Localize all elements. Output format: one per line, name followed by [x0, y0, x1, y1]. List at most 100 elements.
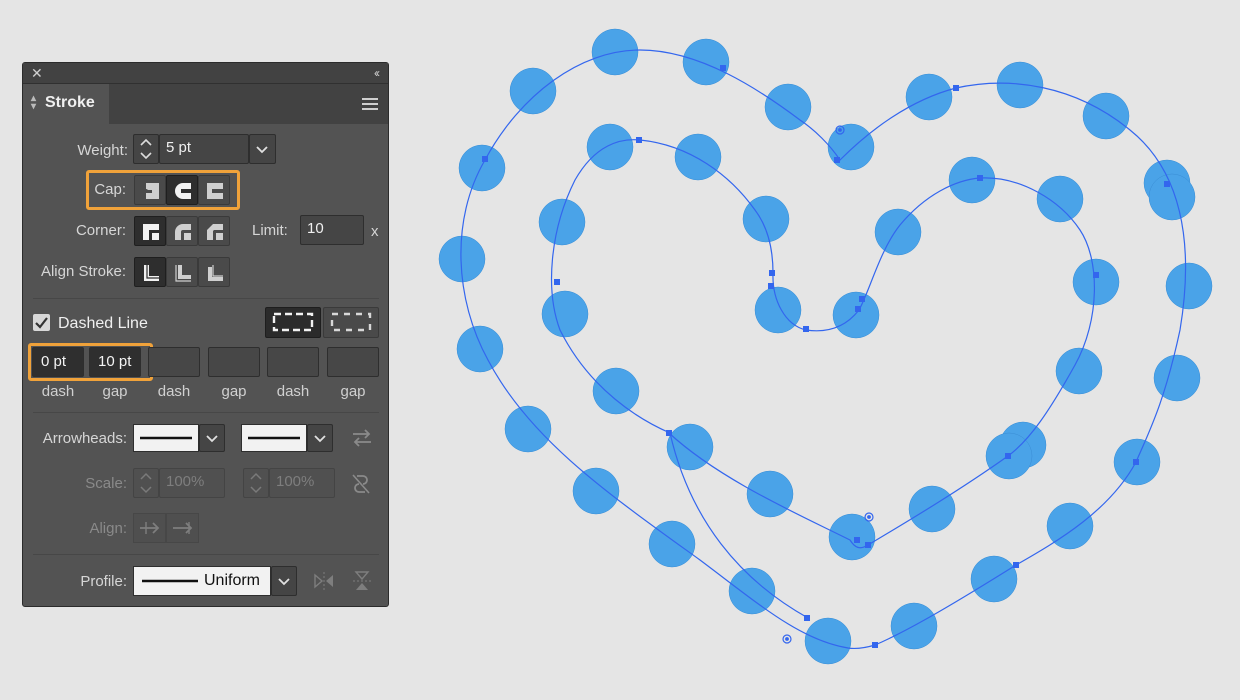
- stepper-arrows-icon: [140, 138, 152, 160]
- line-none-icon: [248, 436, 300, 440]
- preserve-dash-button[interactable]: [265, 307, 321, 338]
- dash-2-input[interactable]: [148, 347, 200, 377]
- tab-stroke-label: Stroke: [45, 94, 95, 111]
- round-dash-dot: [1082, 92, 1130, 140]
- round-dash-dot: [874, 208, 922, 256]
- bevel-join-icon: [207, 224, 223, 240]
- uniform-profile-icon: [142, 579, 198, 583]
- align-center-icon: [144, 265, 159, 281]
- round-dash-dot: [1148, 173, 1196, 221]
- gap-1-input[interactable]: 10 pt: [89, 347, 141, 377]
- end-arrowhead-dropdown[interactable]: [307, 424, 333, 452]
- miter-join-icon: [143, 224, 159, 240]
- path-origin-markers: [782, 125, 874, 644]
- end-arrowhead-select[interactable]: [241, 424, 307, 452]
- gap-3-label: gap: [340, 383, 366, 400]
- gap-2-label: gap: [221, 383, 247, 400]
- dash-1-label: dash: [41, 383, 75, 400]
- limit-label: Limit:: [252, 222, 288, 239]
- dash-3-input[interactable]: [267, 347, 319, 377]
- panel-menu-icon[interactable]: [362, 98, 378, 113]
- scale-label: Scale:: [85, 475, 127, 492]
- align-dash-corners-button[interactable]: [323, 307, 379, 338]
- round-dash-dot: [832, 291, 880, 339]
- divider: [33, 298, 379, 299]
- gap-2-input[interactable]: [208, 347, 260, 377]
- weight-dropdown[interactable]: [249, 134, 276, 164]
- scale-start-stepper[interactable]: [133, 468, 159, 498]
- stroke-panel: ✕ ‹‹ ▴ ▾ Stroke Weight: 5 pt Cap: Corner:: [22, 62, 389, 607]
- round-dash-dot: [586, 123, 634, 171]
- line-none-icon: [140, 436, 192, 440]
- align-stroke-center-button[interactable]: [134, 257, 166, 287]
- gap-3-input[interactable]: [327, 347, 379, 377]
- round-dash-dot: [538, 198, 586, 246]
- butt-cap-icon: [142, 183, 159, 199]
- tab-stroke[interactable]: ▴ ▾ Stroke: [23, 84, 109, 124]
- divider: [33, 412, 379, 413]
- panel-options-toggle-icon[interactable]: ▴ ▾: [31, 94, 36, 112]
- round-dash-dot: [1072, 258, 1120, 306]
- chevron-down-icon: [278, 578, 290, 586]
- miter-join-button[interactable]: [134, 216, 166, 246]
- align-stroke-outside-button[interactable]: [198, 257, 230, 287]
- arrow-tip-beyond-button[interactable]: [133, 513, 166, 543]
- profile-value: Uniform: [204, 572, 261, 589]
- dash-2-label: dash: [157, 383, 191, 400]
- weight-label: Weight:: [77, 142, 128, 159]
- round-dash-dot: [572, 467, 620, 515]
- dash-3-label: dash: [276, 383, 310, 400]
- align-stroke-label: Align Stroke:: [40, 263, 126, 280]
- round-cap-button[interactable]: [166, 175, 198, 205]
- round-dash-dot: [1036, 175, 1084, 223]
- swap-arrowheads-icon[interactable]: [349, 427, 375, 449]
- round-join-icon: [175, 224, 191, 240]
- round-dash-dot: [504, 405, 552, 453]
- miter-limit-input[interactable]: 10: [300, 215, 364, 245]
- arrow-tip-at-end-button[interactable]: [166, 513, 199, 543]
- round-dash-dot: [1153, 354, 1201, 402]
- bevel-join-button[interactable]: [198, 216, 230, 246]
- round-dash-dot: [908, 485, 956, 533]
- round-join-button[interactable]: [166, 216, 198, 246]
- start-arrowhead-select[interactable]: [133, 424, 199, 452]
- link-scale-icon[interactable]: [349, 472, 373, 496]
- profile-select[interactable]: Uniform: [133, 566, 271, 596]
- arrow-extend-icon: [140, 522, 160, 534]
- cap-label: Cap:: [94, 181, 126, 198]
- dash-1-input[interactable]: 0 pt: [32, 347, 84, 377]
- flip-along-icon[interactable]: [313, 570, 335, 592]
- weight-stepper[interactable]: [133, 134, 159, 164]
- round-dash-dot: [682, 38, 730, 86]
- scale-start-input[interactable]: 100%: [159, 468, 225, 498]
- round-cap-icon: [175, 183, 192, 199]
- scale-end-input[interactable]: 100%: [269, 468, 335, 498]
- round-dash-dot: [1165, 262, 1213, 310]
- round-dash-dot: [509, 67, 557, 115]
- profile-dropdown[interactable]: [271, 566, 297, 596]
- flip-across-icon[interactable]: [351, 570, 373, 592]
- round-dash-dot: [592, 367, 640, 415]
- corner-label: Corner:: [75, 222, 126, 239]
- round-dash-dot: [827, 123, 875, 171]
- align-outside-icon: [208, 265, 223, 281]
- projecting-cap-button[interactable]: [198, 175, 230, 205]
- round-dash-dots: [438, 28, 1213, 665]
- divider: [33, 554, 379, 555]
- start-arrowhead-dropdown[interactable]: [199, 424, 225, 452]
- arrow-place-icon: [173, 522, 193, 534]
- round-dash-dot: [746, 470, 794, 518]
- weight-input[interactable]: 5 pt: [159, 134, 249, 164]
- scale-end-stepper[interactable]: [243, 468, 269, 498]
- dashed-line-checkbox[interactable]: [33, 314, 50, 331]
- close-icon[interactable]: ✕: [31, 65, 43, 81]
- panel-tab-row: ▴ ▾ Stroke: [23, 84, 388, 124]
- round-dash-dot: [754, 286, 802, 334]
- collapse-panel-icon[interactable]: ‹‹: [374, 65, 380, 81]
- limit-unit: x: [371, 223, 379, 240]
- round-dash-dot: [456, 325, 504, 373]
- round-dash-dot: [541, 290, 589, 338]
- round-dash-dot: [996, 61, 1044, 109]
- align-stroke-inside-button[interactable]: [166, 257, 198, 287]
- butt-cap-button[interactable]: [134, 175, 166, 205]
